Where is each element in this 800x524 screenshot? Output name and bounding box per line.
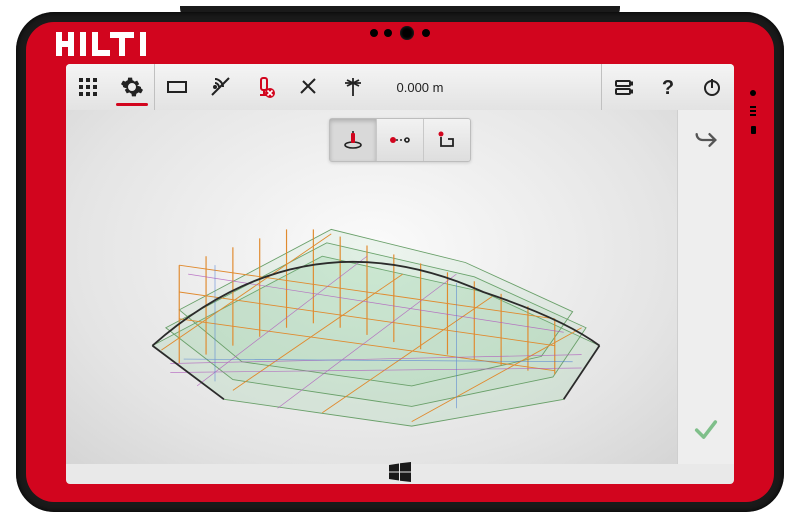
right-action-bar xyxy=(677,110,734,464)
prism-button[interactable] xyxy=(331,64,375,110)
laser-off-icon xyxy=(297,75,321,99)
windows-icon xyxy=(389,462,411,482)
rectangle-icon xyxy=(165,75,189,99)
station-mode-button[interactable] xyxy=(330,119,377,161)
laser-button[interactable] xyxy=(287,64,331,110)
undo-button[interactable] xyxy=(692,126,720,159)
top-toolbar: 0.000 m ? xyxy=(66,64,734,111)
two-point-line-icon xyxy=(388,128,412,152)
satellite-button[interactable] xyxy=(199,64,243,110)
undo-icon xyxy=(692,126,720,154)
settings-button[interactable] xyxy=(110,64,154,110)
help-icon: ? xyxy=(656,75,680,99)
check-icon xyxy=(692,415,720,443)
power-icon xyxy=(700,75,724,99)
layout-mode-button[interactable] xyxy=(424,119,470,161)
confirm-button[interactable] xyxy=(692,415,720,448)
model-canvas[interactable] xyxy=(66,110,678,464)
hilti-logo-icon xyxy=(56,32,146,56)
prism-icon xyxy=(341,75,365,99)
battery-button[interactable] xyxy=(602,64,646,110)
line-mode-button[interactable] xyxy=(377,119,424,161)
tablet-screen: 0.000 m ? xyxy=(66,64,734,484)
front-camera-cluster xyxy=(370,26,430,40)
battery-icon xyxy=(612,75,636,99)
grid-icon xyxy=(76,75,100,99)
station-icon xyxy=(341,128,365,152)
status-leds xyxy=(746,90,760,134)
power-button[interactable] xyxy=(690,64,734,110)
instrument-button[interactable] xyxy=(243,64,287,110)
satellite-off-icon xyxy=(209,75,233,99)
brand-logo xyxy=(56,30,176,58)
windows-button[interactable] xyxy=(389,462,411,482)
layout-corner-icon xyxy=(435,128,459,152)
bim-model xyxy=(76,140,658,444)
measurement-readout: 0.000 m xyxy=(375,64,465,110)
mode-toolbar xyxy=(329,118,471,162)
svg-text:?: ? xyxy=(662,77,674,99)
apps-button[interactable] xyxy=(66,64,110,110)
gear-icon xyxy=(120,75,144,99)
view-button[interactable] xyxy=(155,64,199,110)
instrument-disconnected-icon xyxy=(253,75,277,99)
help-button[interactable]: ? xyxy=(646,64,690,110)
